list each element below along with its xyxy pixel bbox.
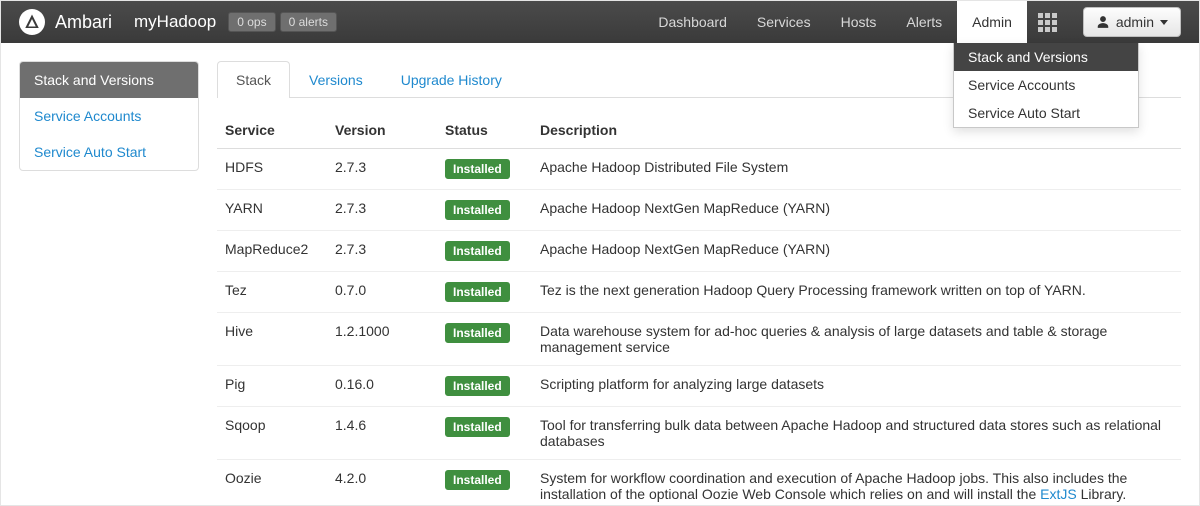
- status-badge: Installed: [445, 323, 510, 343]
- cell-service: Sqoop: [217, 407, 327, 460]
- cell-version: 1.2.1000: [327, 313, 437, 366]
- table-row: YARN2.7.3 Installed Apache Hadoop NextGen …: [217, 190, 1181, 231]
- admin-menu-item[interactable]: Service Auto Start: [954, 99, 1138, 127]
- cell-description: Tez is the next generation Hadoop Query …: [532, 272, 1181, 313]
- tab-versions[interactable]: Versions: [290, 61, 382, 98]
- status-badge: Installed: [445, 376, 510, 396]
- cell-status: Installed: [437, 272, 532, 313]
- col-header: Version: [327, 112, 437, 149]
- cell-version: 2.7.3: [327, 231, 437, 272]
- user-menu-button[interactable]: admin: [1083, 7, 1181, 37]
- status-badge: Installed: [445, 417, 510, 437]
- ops-badge[interactable]: 0 ops: [228, 12, 275, 32]
- cell-service: Tez: [217, 272, 327, 313]
- status-badge: Installed: [445, 470, 510, 490]
- user-icon: [1096, 15, 1110, 29]
- cell-description: System for workflow coordination and exe…: [532, 460, 1181, 506]
- top-navbar: Ambari myHadoop 0 ops 0 alerts Dashboard…: [1, 1, 1199, 43]
- nav-alerts[interactable]: Alerts: [891, 1, 957, 43]
- cell-description: Tool for transferring bulk data between …: [532, 407, 1181, 460]
- cell-description: Apache Hadoop NextGen MapReduce (YARN): [532, 231, 1181, 272]
- admin-dropdown: Stack and VersionsService AccountsServic…: [953, 43, 1139, 128]
- table-row: HDFS2.7.3 Installed Apache Hadoop Distribu…: [217, 149, 1181, 190]
- nav-hosts[interactable]: Hosts: [826, 1, 892, 43]
- extjs-link[interactable]: ExtJS: [1040, 486, 1077, 502]
- cell-status: Installed: [437, 231, 532, 272]
- status-badge: Installed: [445, 159, 510, 179]
- tab-stack[interactable]: Stack: [217, 61, 290, 98]
- cell-service: YARN: [217, 190, 327, 231]
- cell-status: Installed: [437, 366, 532, 407]
- table-row: Pig0.16.0 Installed Scripting platform for…: [217, 366, 1181, 407]
- tab-upgrade-history[interactable]: Upgrade History: [382, 61, 521, 98]
- cell-service: HDFS: [217, 149, 327, 190]
- sidebar-item[interactable]: Service Accounts: [20, 98, 198, 134]
- cell-version: 2.7.3: [327, 149, 437, 190]
- cell-service: Oozie: [217, 460, 327, 506]
- sidebar-item[interactable]: Stack and Versions: [20, 62, 198, 98]
- cell-status: Installed: [437, 149, 532, 190]
- cell-service: Hive: [217, 313, 327, 366]
- col-header: Service: [217, 112, 327, 149]
- cell-status: Installed: [437, 460, 532, 506]
- cell-description: Apache Hadoop Distributed File System: [532, 149, 1181, 190]
- cell-service: MapReduce2: [217, 231, 327, 272]
- admin-menu-item[interactable]: Stack and Versions: [954, 43, 1138, 71]
- cell-version: 0.16.0: [327, 366, 437, 407]
- caret-down-icon: [1160, 20, 1168, 25]
- services-table: ServiceVersionStatusDescription HDFS2.7.…: [217, 112, 1181, 506]
- cell-description: Scripting platform for analyzing large d…: [532, 366, 1181, 407]
- cell-version: 0.7.0: [327, 272, 437, 313]
- table-row: MapReduce22.7.3 Installed Apache Hadoop Ne…: [217, 231, 1181, 272]
- alerts-badge[interactable]: 0 alerts: [280, 12, 337, 32]
- table-row: Sqoop1.4.6 Installed Tool for transferring…: [217, 407, 1181, 460]
- nav-dashboard[interactable]: Dashboard: [643, 1, 742, 43]
- brand-title[interactable]: Ambari: [55, 12, 112, 33]
- cell-version: 2.7.3: [327, 190, 437, 231]
- cell-service: Pig: [217, 366, 327, 407]
- admin-sidebar: Stack and VersionsService AccountsServic…: [19, 61, 199, 171]
- status-badge: Installed: [445, 241, 510, 261]
- cell-status: Installed: [437, 313, 532, 366]
- col-header: Status: [437, 112, 532, 149]
- apps-grid-icon[interactable]: [1027, 1, 1069, 43]
- cell-status: Installed: [437, 407, 532, 460]
- status-badge: Installed: [445, 282, 510, 302]
- table-row: Tez0.7.0 Installed Tez is the next generat…: [217, 272, 1181, 313]
- table-row: Oozie4.2.0 Installed System for workflow c…: [217, 460, 1181, 506]
- cluster-name[interactable]: myHadoop: [134, 12, 216, 32]
- sidebar-item[interactable]: Service Auto Start: [20, 134, 198, 170]
- cell-description: Apache Hadoop NextGen MapReduce (YARN): [532, 190, 1181, 231]
- user-label: admin: [1116, 14, 1154, 30]
- cell-description: Data warehouse system for ad-hoc queries…: [532, 313, 1181, 366]
- cell-version: 1.4.6: [327, 407, 437, 460]
- nav-services[interactable]: Services: [742, 1, 826, 43]
- ambari-logo-icon: [19, 9, 45, 35]
- cell-status: Installed: [437, 190, 532, 231]
- cell-version: 4.2.0: [327, 460, 437, 506]
- nav-admin[interactable]: Admin: [957, 1, 1027, 43]
- admin-menu-item[interactable]: Service Accounts: [954, 71, 1138, 99]
- status-badge: Installed: [445, 200, 510, 220]
- table-row: Hive1.2.1000 Installed Data warehouse syst…: [217, 313, 1181, 366]
